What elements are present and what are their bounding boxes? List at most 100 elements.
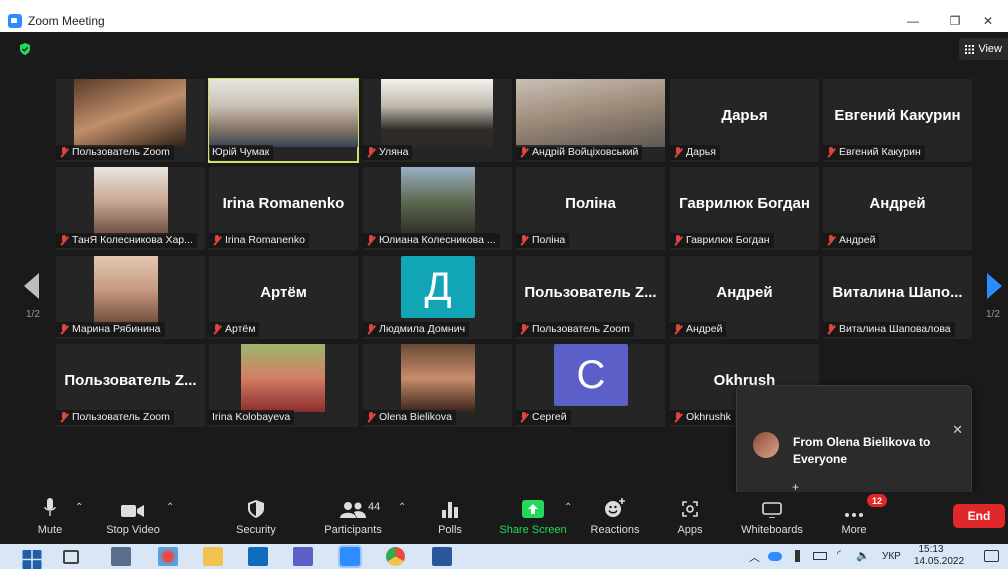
- participant-tile[interactable]: Уляна: [363, 79, 512, 162]
- participants-options-chevron-icon[interactable]: ⌃: [398, 502, 406, 513]
- meeting-area: View 1/2 1/2 Пользователь Zoom Юрій Чумак…: [0, 32, 1008, 508]
- participant-tile[interactable]: Пользователь Z... Пользователь Zoom: [516, 256, 665, 339]
- share-options-chevron-icon[interactable]: ⌃: [564, 502, 572, 513]
- show-hidden-icons-chevron-icon[interactable]: ︿: [749, 549, 760, 565]
- view-button[interactable]: View: [959, 38, 1008, 60]
- participant-name-label: Дарья: [670, 145, 720, 160]
- view-label: View: [978, 43, 1002, 55]
- next-page-arrow-icon[interactable]: [987, 273, 1003, 299]
- participant-name: Евгений Какурин: [839, 146, 921, 158]
- whiteboards-button[interactable]: Whiteboards: [737, 492, 807, 544]
- calculator-icon[interactable]: [111, 547, 131, 566]
- participant-tile[interactable]: Olena Bielikova: [363, 344, 512, 427]
- end-meeting-button[interactable]: End: [953, 504, 1005, 528]
- word-icon[interactable]: [432, 547, 452, 566]
- stop-video-button[interactable]: Stop Video: [103, 492, 163, 544]
- close-window-button[interactable]: ✕: [968, 9, 1008, 32]
- apps-label: Apps: [677, 524, 703, 536]
- encryption-shield-icon[interactable]: [18, 42, 32, 56]
- security-button[interactable]: Security: [231, 492, 281, 544]
- muted-microphone-icon: [59, 412, 69, 423]
- participant-tile[interactable]: Irina Romanenko Irina Romanenko: [209, 167, 358, 250]
- participant-tile[interactable]: Пользователь Zoom: [56, 79, 205, 162]
- participant-display-name: Поліна: [565, 195, 616, 212]
- chrome-icon[interactable]: [386, 547, 405, 566]
- participant-video: [401, 167, 475, 235]
- stop-video-label: Stop Video: [106, 524, 160, 536]
- participant-display-name: Андрей: [716, 284, 773, 301]
- participant-name: Юлиана Колесникова ...: [379, 234, 496, 246]
- notification-center-icon[interactable]: [984, 550, 999, 562]
- more-dots-icon: [845, 513, 863, 517]
- participant-name-label: Марина Рябинина: [56, 322, 165, 337]
- file-explorer-icon[interactable]: [203, 547, 223, 566]
- keyboard-language[interactable]: УКР: [882, 551, 901, 562]
- mute-button[interactable]: Mute: [30, 492, 70, 544]
- polls-button[interactable]: Polls: [430, 492, 470, 544]
- volume-icon[interactable]: 🔈: [856, 549, 870, 562]
- participant-tile[interactable]: Пользователь Z... Пользователь Zoom: [56, 344, 205, 427]
- participant-tile[interactable]: Евгений Какурин Евгений Какурин: [823, 79, 972, 162]
- paint-icon[interactable]: [158, 547, 178, 566]
- previous-page-arrow-icon[interactable]: [24, 273, 40, 299]
- more-notification-badge: 12: [867, 494, 887, 507]
- participant-tile[interactable]: Виталина Шапо... Виталина Шаповалова: [823, 256, 972, 339]
- apps-button[interactable]: Apps: [670, 492, 710, 544]
- participant-name: Пользователь Zoom: [72, 146, 170, 158]
- participant-display-name: Пользователь Z...: [64, 372, 197, 389]
- participant-tile[interactable]: Гаврилюк Богдан Гаврилюк Богдан: [670, 167, 819, 250]
- wifi-icon[interactable]: ◜: [837, 549, 841, 560]
- participants-icon: [340, 502, 366, 518]
- usb-icon[interactable]: [795, 550, 800, 562]
- participant-tile[interactable]: Артём Артём: [209, 256, 358, 339]
- more-label: More: [841, 524, 867, 536]
- participant-display-name: Андрей: [869, 195, 926, 212]
- participant-name-label: ТанЯ Колесникова Хар...: [56, 233, 197, 248]
- participant-name-label: Irina Romanenko: [209, 233, 309, 248]
- participant-tile[interactable]: Поліна Поліна: [516, 167, 665, 250]
- participant-name-label: Olena Bielikova: [363, 410, 456, 425]
- participant-tile[interactable]: Юлиана Колесникова ...: [363, 167, 512, 250]
- participant-name-label: Уляна: [363, 145, 413, 160]
- zoom-taskbar-icon[interactable]: [338, 545, 362, 568]
- participant-tile[interactable]: ТанЯ Колесникова Хар...: [56, 167, 205, 250]
- participant-tile[interactable]: Д Людмила Домнич: [363, 256, 512, 339]
- participant-name-label: Гаврилюк Богдан: [670, 233, 774, 248]
- audio-options-chevron-icon[interactable]: ⌃: [75, 502, 83, 513]
- chat-notification[interactable]: ✕ From Olena Bielikova to Everyone +: [736, 385, 972, 508]
- participant-tile[interactable]: Андрій Войціховський: [516, 79, 665, 162]
- chat-close-icon[interactable]: ✕: [952, 422, 963, 438]
- participant-tile[interactable]: Марина Рябинина: [56, 256, 205, 339]
- reactions-button[interactable]: Reactions: [588, 492, 642, 544]
- video-options-chevron-icon[interactable]: ⌃: [166, 502, 174, 513]
- participant-tile[interactable]: Irina Kolobayeva: [209, 344, 358, 427]
- participant-tile[interactable]: Андрей Андрей: [670, 256, 819, 339]
- taskbar-clock[interactable]: 15:13 14.05.2022: [914, 544, 964, 568]
- onedrive-icon[interactable]: [768, 552, 782, 561]
- participant-name: Андрей: [839, 234, 876, 246]
- outlook-icon[interactable]: [248, 547, 268, 566]
- participant-name-label: Okhrushk: [670, 410, 735, 425]
- participant-tile[interactable]: Юрій Чумак: [208, 78, 359, 163]
- participant-name: Сергей: [532, 411, 567, 423]
- minimize-button[interactable]: —: [893, 9, 933, 32]
- share-screen-button[interactable]: Share Screen: [498, 492, 568, 544]
- participant-video: [516, 79, 665, 147]
- grid-icon: [965, 44, 975, 54]
- muted-microphone-icon: [59, 324, 69, 335]
- whiteboard-icon: [762, 502, 782, 518]
- clock-time: 15:13: [918, 544, 944, 555]
- battery-icon[interactable]: [813, 552, 827, 560]
- participants-count: 44: [368, 501, 381, 513]
- participants-button[interactable]: Participants: [322, 492, 384, 544]
- participant-tile[interactable]: С Сергей: [516, 344, 665, 427]
- participant-name-label: Пользователь Zoom: [56, 410, 174, 425]
- participant-video: [94, 167, 168, 235]
- task-view-icon[interactable]: [63, 550, 79, 564]
- windows-start-icon[interactable]: [22, 550, 42, 569]
- participant-name: Уляна: [379, 146, 409, 158]
- teams-icon[interactable]: [293, 547, 313, 566]
- participant-tile[interactable]: Андрей Андрей: [823, 167, 972, 250]
- polls-label: Polls: [438, 524, 462, 536]
- participant-tile[interactable]: Дарья Дарья: [670, 79, 819, 162]
